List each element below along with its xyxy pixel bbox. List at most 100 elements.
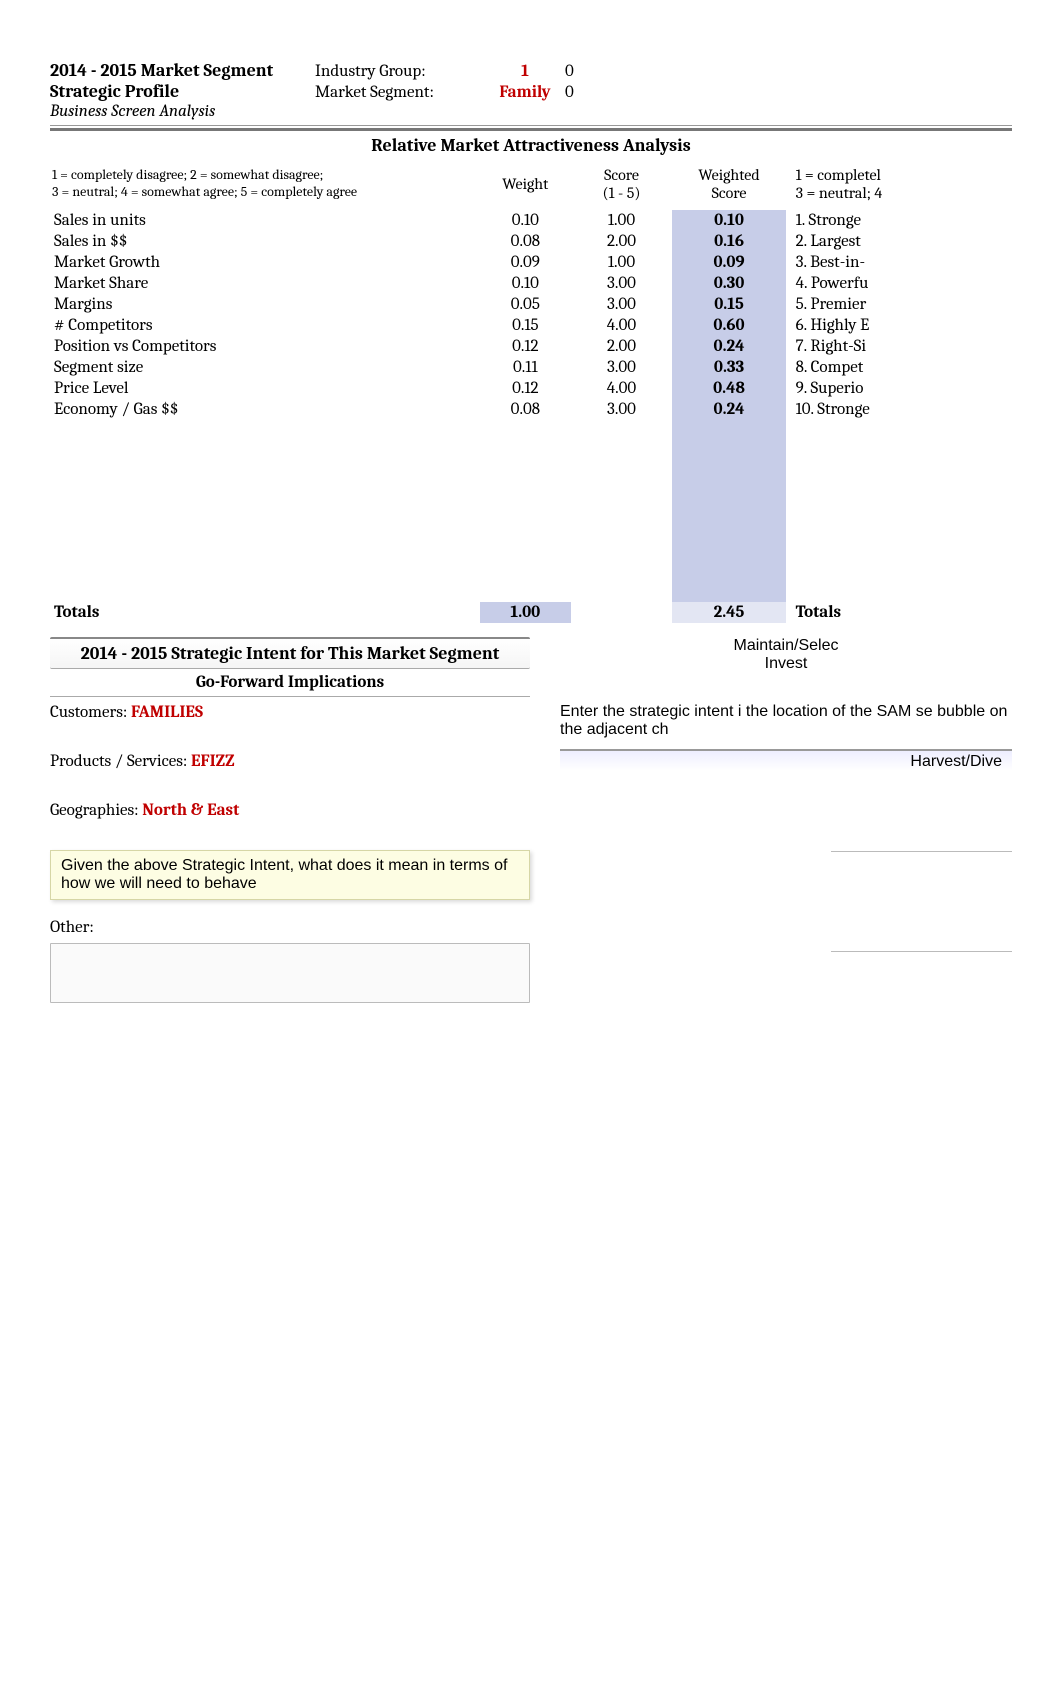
maintain-line1: Maintain/Selec [734, 637, 839, 654]
maintain-label: Maintain/Selec Invest [560, 637, 1012, 673]
row-score: 4.00 [571, 378, 673, 399]
row-right-note: 8. Compet [786, 357, 1012, 378]
intent-title: 2014 - 2015 Strategic Intent for This Ma… [50, 637, 530, 669]
row-weight: 0.12 [480, 378, 571, 399]
totals-weighted: 2.45 [672, 602, 785, 623]
other-label: Other: [50, 918, 530, 937]
row-weight: 0.12 [480, 336, 571, 357]
row-score: 3.00 [571, 399, 673, 420]
row-label: Market Growth [50, 252, 480, 273]
geographies-row: Geographies: North & East [50, 801, 530, 820]
totals-label: Totals [50, 602, 480, 623]
strategic-intent-note: Given the above Strategic Intent, what d… [50, 850, 530, 900]
customers-value: FAMILIES [131, 703, 203, 722]
maintain-line2: Invest [765, 655, 808, 672]
row-weighted-score: 0.24 [672, 336, 785, 357]
strategic-intent-section: 2014 - 2015 Strategic Intent for This Ma… [50, 637, 1012, 1003]
harvest-label: Harvest/Dive [560, 749, 1012, 771]
table-row: Market Share0.103.000.304. Powerfu [50, 273, 1012, 294]
customers-row: Customers: FAMILIES [50, 703, 530, 722]
legend-line2: 3 = neutral; 4 = somewhat agree; 5 = com… [52, 183, 478, 200]
row-weighted-score: 0.10 [672, 210, 785, 231]
row-weighted-score: 0.24 [672, 399, 785, 420]
row-score: 3.00 [571, 273, 673, 294]
separator [50, 128, 1012, 131]
row-score: 1.00 [571, 252, 673, 273]
products-value: EFIZZ [191, 752, 235, 771]
row-score: 2.00 [571, 231, 673, 252]
title-line2: Strategic Profile [50, 81, 315, 102]
row-label: Market Share [50, 273, 480, 294]
table-row: Sales in units0.101.000.101. Stronge [50, 210, 1012, 231]
row-label: Price Level [50, 378, 480, 399]
products-row: Products / Services: EFIZZ [50, 752, 530, 771]
legend-line1: 1 = completely disagree; 2 = somewhat di… [52, 166, 478, 183]
row-weight: 0.15 [480, 315, 571, 336]
table-row: Position vs Competitors0.122.000.247. Ri… [50, 336, 1012, 357]
row-label: # Competitors [50, 315, 480, 336]
table-row: Segment size0.113.000.338. Compet [50, 357, 1012, 378]
chart-stub [560, 811, 1012, 991]
row-weighted-score: 0.09 [672, 252, 785, 273]
row-weight: 0.05 [480, 294, 571, 315]
row-score: 4.00 [571, 315, 673, 336]
row-right-note: 5. Premier [786, 294, 1012, 315]
analysis-table: 1 = completely disagree; 2 = somewhat di… [50, 158, 1012, 623]
totals-row: Totals 1.00 2.45 Totals [50, 602, 1012, 623]
table-row: # Competitors0.154.000.606. Highly E [50, 315, 1012, 336]
note-area: P Given the above Strategic Intent, what… [50, 850, 530, 900]
industry-group-value: 1 [485, 62, 565, 81]
row-right-note: 7. Right-Si [786, 336, 1012, 357]
customers-label: Customers: [50, 703, 131, 722]
row-weighted-score: 0.33 [672, 357, 785, 378]
row-label: Sales in $$ [50, 231, 480, 252]
row-score: 2.00 [571, 336, 673, 357]
row-label: Margins [50, 294, 480, 315]
table-row: Economy / Gas $$0.083.000.2410. Stronge [50, 399, 1012, 420]
row-right-note: 6. Highly E [786, 315, 1012, 336]
table-row: Price Level0.124.000.489. Superio [50, 378, 1012, 399]
row-label: Position vs Competitors [50, 336, 480, 357]
row-score: 3.00 [571, 357, 673, 378]
industry-group-extra: 0 [565, 62, 605, 81]
right-legend-header: 1 = completel 3 = neutral; 4 [786, 158, 1012, 210]
row-right-note: 2. Largest [786, 231, 1012, 252]
intent-hint: Enter the strategic intent i the locatio… [560, 703, 1012, 739]
subtitle: Business Screen Analysis [50, 102, 315, 121]
row-label: Sales in units [50, 210, 480, 231]
goforward-title: Go-Forward Implications [50, 669, 530, 697]
geographies-value: North & East [142, 801, 239, 820]
row-weight: 0.10 [480, 273, 571, 294]
row-weighted-score: 0.60 [672, 315, 785, 336]
row-weight: 0.11 [480, 357, 571, 378]
col-score-header: Score (1 - 5) [571, 158, 673, 210]
row-weighted-score: 0.30 [672, 273, 785, 294]
row-label: Economy / Gas $$ [50, 399, 480, 420]
row-weighted-score: 0.16 [672, 231, 785, 252]
products-label: Products / Services: [50, 752, 191, 771]
row-right-note: 3. Best-in- [786, 252, 1012, 273]
table-row: Market Growth0.091.000.093. Best-in- [50, 252, 1012, 273]
totals-right: Totals [786, 602, 1012, 623]
title-line1: 2014 - 2015 Market Segment [50, 60, 315, 81]
row-right-note: 4. Powerfu [786, 273, 1012, 294]
header-block: 2014 - 2015 Market Segment Industry Grou… [50, 60, 1012, 126]
row-weight: 0.08 [480, 399, 571, 420]
row-right-note: 1. Stronge [786, 210, 1012, 231]
totals-weight: 1.00 [480, 602, 571, 623]
market-segment-label: Market Segment: [315, 83, 485, 102]
table-row: Margins0.053.000.155. Premier [50, 294, 1012, 315]
row-right-note: 9. Superio [786, 378, 1012, 399]
table-row: Sales in $$0.082.000.162. Largest [50, 231, 1012, 252]
row-weight: 0.10 [480, 210, 571, 231]
row-right-note: 10. Stronge [786, 399, 1012, 420]
market-segment-value: Family [485, 83, 565, 102]
page: 2014 - 2015 Market Segment Industry Grou… [0, 0, 1062, 1203]
table-header-row: 1 = completely disagree; 2 = somewhat di… [50, 158, 1012, 210]
other-input[interactable] [50, 943, 530, 1003]
analysis-section-title: Relative Market Attractiveness Analysis [50, 133, 1012, 158]
row-weight: 0.09 [480, 252, 571, 273]
col-weighted-header: Weighted Score [672, 158, 785, 210]
market-segment-extra: 0 [565, 83, 605, 102]
row-weighted-score: 0.48 [672, 378, 785, 399]
